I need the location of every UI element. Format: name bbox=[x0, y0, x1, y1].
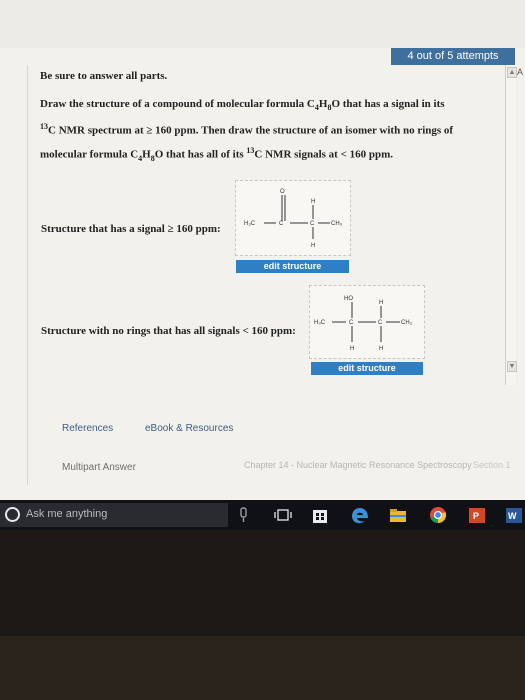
scroll-up-button[interactable]: ▲ bbox=[507, 67, 517, 78]
question-line-2: 13C NMR spectrum at ≥ 160 ppm. Then draw… bbox=[40, 122, 454, 137]
atom-ch3: CH₃ bbox=[331, 221, 343, 227]
scrollbar[interactable]: ▲ ▼ bbox=[505, 65, 517, 385]
file-explorer-icon[interactable] bbox=[388, 506, 408, 524]
word-icon[interactable]: W bbox=[504, 506, 524, 524]
attempts-badge: 4 out of 5 attempts bbox=[391, 48, 515, 65]
question-line-3: molecular formula C4H8O that has all of … bbox=[40, 146, 394, 163]
structure-1-label: Structure that has a signal ≥ 160 ppm: bbox=[41, 223, 221, 235]
atom-h-top: H bbox=[379, 300, 383, 306]
atom-c2: C bbox=[310, 221, 315, 227]
atom-h-bottom-2: H bbox=[379, 346, 383, 352]
cortana-icon[interactable] bbox=[5, 507, 20, 522]
edit-structure-2-button[interactable]: edit structure bbox=[311, 362, 423, 375]
top-strip bbox=[0, 0, 525, 48]
atom-h-bottom-1: H bbox=[350, 346, 354, 352]
atom-h-top: H bbox=[311, 199, 315, 205]
powerpoint-icon[interactable]: P bbox=[467, 506, 487, 524]
structure-1-canvas[interactable]: O H H₃C C C CH₃ H bbox=[235, 180, 351, 256]
atom-ch3: CH₃ bbox=[401, 320, 413, 326]
references-link[interactable]: References bbox=[62, 423, 113, 434]
chapter-link[interactable]: Chapter 14 - Nuclear Magnetic Resonance … bbox=[244, 460, 484, 471]
browser-window: 4 out of 5 attempts Be sure to answer al… bbox=[0, 0, 525, 500]
atom-o: O bbox=[280, 189, 285, 195]
structure-2-label: Structure with no rings that has all sig… bbox=[41, 325, 296, 337]
side-panel-char: A bbox=[517, 67, 524, 77]
edit-structure-1-button[interactable]: edit structure bbox=[236, 260, 349, 273]
structure-1-drawing: O H H₃C C C CH₃ H bbox=[244, 189, 343, 249]
chrome-icon[interactable] bbox=[428, 506, 448, 524]
atom-c2: C bbox=[378, 320, 383, 326]
atom-h3c: H₃C bbox=[244, 221, 256, 227]
atom-ho: HO bbox=[344, 296, 353, 302]
desk-edge bbox=[0, 636, 525, 700]
structure-2-canvas[interactable]: HO H H₃C C C CH₃ H H bbox=[309, 285, 425, 359]
multipart-answer-label: Multipart Answer bbox=[62, 462, 136, 473]
microphone-icon[interactable] bbox=[238, 506, 250, 524]
instruction-text: Be sure to answer all parts. bbox=[40, 70, 168, 82]
atom-c1: C bbox=[279, 221, 284, 227]
task-view-icon[interactable] bbox=[274, 506, 292, 524]
svg-text:P: P bbox=[473, 511, 479, 521]
structure-2-drawing: HO H H₃C C C CH₃ H H bbox=[314, 296, 413, 352]
edge-browser-icon[interactable] bbox=[350, 506, 370, 524]
atom-h-bottom: H bbox=[311, 243, 315, 249]
atom-c1: C bbox=[349, 320, 354, 326]
taskbar-search-input[interactable]: Ask me anything bbox=[26, 508, 107, 520]
scroll-down-button[interactable]: ▼ bbox=[507, 361, 517, 372]
store-icon[interactable] bbox=[311, 506, 329, 524]
svg-text:W: W bbox=[508, 511, 517, 521]
atom-h3c: H₃C bbox=[314, 320, 326, 326]
ebook-resources-link[interactable]: eBook & Resources bbox=[145, 423, 233, 434]
section-link[interactable]: Section 1 bbox=[473, 460, 511, 470]
question-line-1: Draw the structure of a compound of mole… bbox=[40, 98, 445, 113]
